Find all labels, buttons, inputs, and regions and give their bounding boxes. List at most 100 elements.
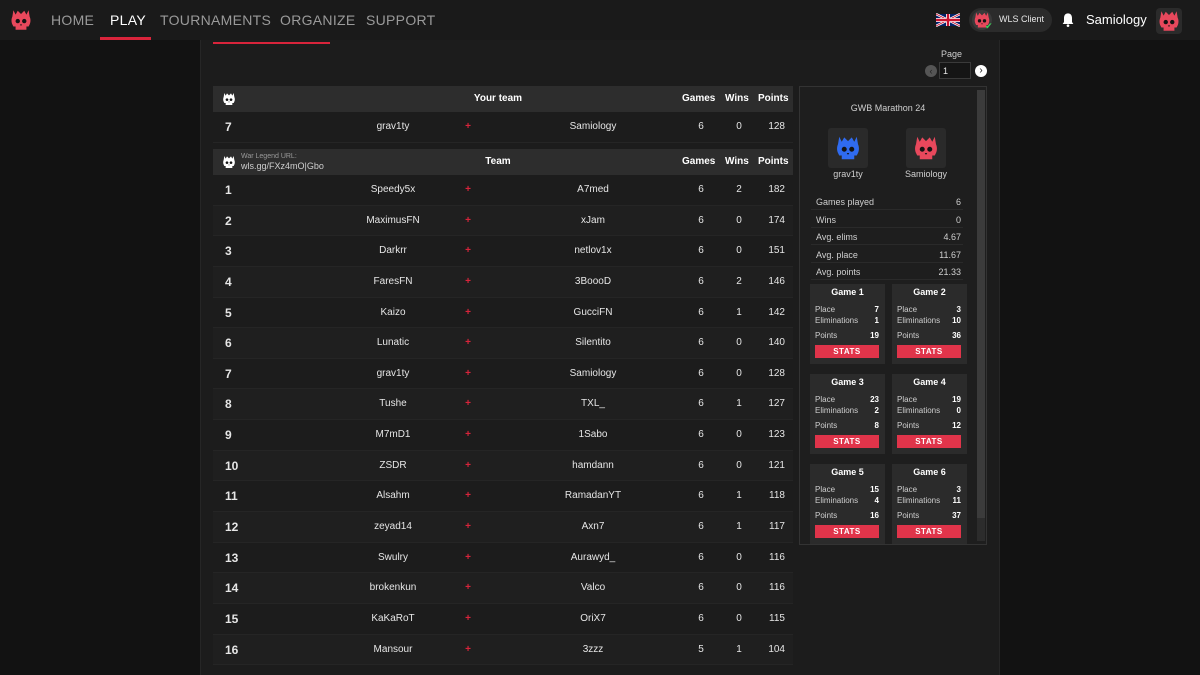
elims-label: Eliminations: [897, 316, 941, 325]
page-input[interactable]: [939, 62, 971, 79]
plus-icon: +: [465, 121, 471, 132]
points: 116: [769, 582, 785, 594]
elims-label: Eliminations: [815, 406, 859, 415]
points-label: Points: [815, 421, 838, 430]
points-value: 19: [870, 331, 879, 340]
table-row[interactable]: 1 Speedy5x + A7med 6 2 182: [213, 175, 793, 206]
table-row[interactable]: 8 Tushe + TXL_ 6 1 127: [213, 389, 793, 421]
stats-button[interactable]: STATS: [897, 345, 961, 358]
stat-value: 4.67: [943, 232, 961, 242]
points: 115: [769, 612, 785, 624]
rank: 1: [225, 183, 232, 197]
plus-icon: +: [465, 184, 471, 195]
prev-page-button[interactable]: ‹: [925, 65, 937, 77]
stat-value: 21.33: [938, 267, 961, 277]
your-team-row[interactable]: 7 grav1ty + Samiology 6 0 128: [213, 112, 793, 143]
stat-label: Avg. elims: [816, 232, 858, 242]
table-row[interactable]: 15 KaKaRoT + OriX7 6 0 115: [213, 604, 793, 635]
stats-button[interactable]: STATS: [815, 345, 879, 358]
notification-bell-icon[interactable]: [1060, 12, 1076, 28]
games: 6: [698, 551, 704, 563]
place-label: Place: [815, 395, 836, 404]
game-card: Game 5 Place 15 Eliminations 4 Points 16 STATS: [810, 464, 885, 544]
points: 118: [769, 490, 785, 502]
wins: 2: [736, 275, 742, 287]
games: 6: [698, 398, 704, 410]
stats-button[interactable]: STATS: [815, 435, 879, 448]
elims-label: Eliminations: [815, 496, 859, 505]
wins: 0: [736, 214, 742, 226]
nav-organize[interactable]: ORGANIZE: [280, 12, 356, 28]
your-team-heading: Your team: [473, 93, 523, 104]
player-2: Aurawyd_: [570, 551, 616, 563]
avatar[interactable]: [1156, 8, 1182, 34]
table-row[interactable]: 2 MaximusFN + xJam 6 0 174: [213, 205, 793, 237]
stat-line: Games played 6: [811, 193, 963, 210]
war-legend-url[interactable]: wls.gg/FXz4mO|Gbo: [241, 161, 324, 171]
table-row[interactable]: 11 Alsahm + RamadanYT 6 1 118: [213, 481, 793, 513]
game-card: Game 3 Place 23 Eliminations 2 Points 8 STATS: [810, 374, 885, 454]
player-1-name[interactable]: grav1ty: [813, 169, 883, 179]
player-2: 3BoooD: [574, 275, 612, 287]
rank: 10: [225, 458, 239, 473]
games: 6: [698, 582, 704, 594]
table-row[interactable]: 3 Darkrr + netlov1x 6 0 151: [213, 236, 793, 267]
elims-value: 2: [874, 406, 879, 415]
player-2: GucciFN: [573, 306, 613, 318]
wls-client-button[interactable]: ✔ WLS Client: [969, 8, 1052, 32]
nav-active-indicator: [100, 37, 151, 40]
stats-button[interactable]: STATS: [897, 525, 961, 538]
uk-flag-icon[interactable]: [936, 13, 960, 27]
plus-icon: +: [465, 337, 471, 349]
next-page-button[interactable]: ›: [975, 65, 987, 77]
nav-home[interactable]: HOME: [51, 12, 94, 28]
elims-label: Eliminations: [815, 316, 859, 325]
nav-tournaments[interactable]: TOURNAMENTS: [160, 12, 271, 28]
game-card: Game 1 Place 7 Eliminations 1 Points 19 STATS: [810, 284, 885, 364]
username[interactable]: Samiology: [1086, 12, 1147, 27]
plus-icon: +: [465, 275, 471, 287]
table-row[interactable]: 13 Swulry + Aurawyd_ 6 0 116: [213, 543, 793, 574]
table-row[interactable]: 10 ZSDR + hamdann 6 0 121: [213, 450, 793, 482]
your-team-table: Your team Games Wins Points 7 grav1ty + …: [213, 86, 793, 143]
player-2-name[interactable]: Samiology: [891, 169, 961, 179]
side-scrollbar-thumb[interactable]: [977, 90, 985, 518]
nav-play[interactable]: PLAY: [110, 12, 146, 28]
player-1-avatar[interactable]: [828, 128, 868, 168]
rank: 8: [225, 397, 232, 412]
elims-value: 10: [952, 316, 961, 325]
stats-button[interactable]: STATS: [897, 435, 961, 448]
games: 6: [698, 429, 704, 441]
plus-icon: +: [465, 521, 471, 533]
table-row[interactable]: 16 Mansour +3zzz 5 1 104: [213, 634, 793, 666]
table-row[interactable]: 4 FaresFN +3BoooD 6 2 146: [213, 266, 793, 298]
table-row[interactable]: 12 zeyad14 + Axn7 6 1 117: [213, 512, 793, 543]
client-avatar: ✔: [972, 10, 993, 31]
stat-label: Games played: [816, 197, 875, 207]
wins: 0: [736, 245, 742, 257]
place-label: Place: [897, 485, 918, 494]
page-label: Page: [941, 49, 963, 59]
wins: 0: [736, 429, 742, 441]
points: 121: [768, 459, 785, 471]
stats-button[interactable]: STATS: [815, 525, 879, 538]
points-value: 8: [874, 421, 879, 430]
table-row[interactable]: 6 Lunatic + Silentito 6 0 140: [213, 328, 793, 359]
table-row[interactable]: 7 grav1ty + Samiology 6 0 128: [213, 359, 793, 390]
table-row[interactable]: 14 brokenkun + Valco 6 0 116: [213, 573, 793, 604]
points: 127: [768, 398, 785, 410]
rank: 7: [225, 120, 232, 134]
rank: 4: [225, 274, 232, 289]
plus-icon: +: [465, 551, 471, 563]
place-label: Place: [897, 395, 918, 404]
table-row[interactable]: 5 Kaizo + GucciFN 6 1 142: [213, 298, 793, 329]
table-row[interactable]: 9 M7mD1 +1Sabo 6 0 123: [213, 420, 793, 451]
games: 5: [698, 643, 704, 655]
player-2-avatar[interactable]: [906, 128, 946, 168]
rank: 15: [225, 611, 239, 626]
game-title: Game 4: [913, 377, 946, 387]
standings-table: War Legend URL: wls.gg/FXz4mO|Gbo Team G…: [213, 149, 793, 666]
brand-logo-icon[interactable]: [8, 7, 34, 33]
games: 6: [698, 459, 704, 471]
nav-support[interactable]: SUPPORT: [366, 12, 436, 28]
